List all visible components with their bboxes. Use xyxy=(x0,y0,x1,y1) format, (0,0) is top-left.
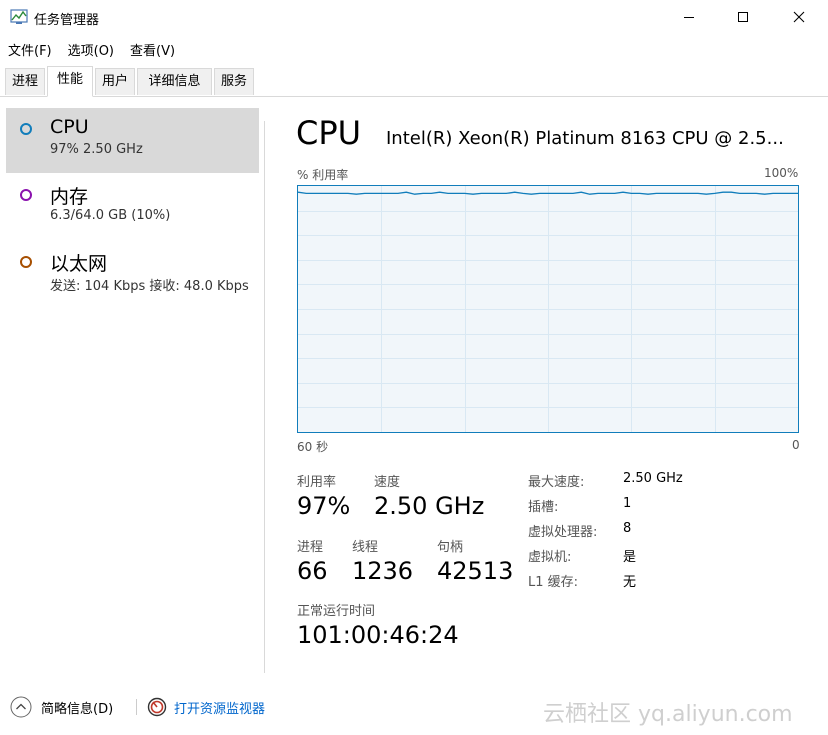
ethernet-circle-icon xyxy=(20,256,32,268)
resource-monitor-icon xyxy=(147,697,167,717)
menu-options[interactable]: 选项(O) xyxy=(60,36,122,60)
sockets-label: 插槽: xyxy=(528,500,559,515)
speed-value: 2.50 GHz xyxy=(374,492,485,520)
tab-processes[interactable]: 进程 xyxy=(5,68,45,95)
virtual-machine-value: 是 xyxy=(623,550,637,565)
uptime-value: 101:00:46:24 xyxy=(297,621,459,649)
menu-file[interactable]: 文件(F) xyxy=(0,36,60,60)
max-speed-value: 2.50 GHz xyxy=(623,471,683,486)
tab-users[interactable]: 用户 xyxy=(95,68,135,95)
menu-view[interactable]: 查看(V) xyxy=(122,36,183,60)
open-resource-monitor-label: 打开资源监视器 xyxy=(174,701,266,717)
task-manager-icon xyxy=(10,9,28,24)
sockets-value: 1 xyxy=(623,496,632,511)
watermark: 云栖社区 yq.aliyun.com xyxy=(543,702,793,727)
maximize-button[interactable] xyxy=(720,0,766,34)
close-icon xyxy=(793,11,805,23)
memory-circle-icon xyxy=(20,189,32,201)
graph-label-max: 100% xyxy=(764,166,799,180)
speed-label: 速度 xyxy=(374,475,401,490)
sidebar-item-subtitle: 97% 2.50 GHz xyxy=(50,142,143,157)
menu-bar: 文件(F) 选项(O) 查看(V) xyxy=(0,36,183,60)
open-resource-monitor-link[interactable]: 打开资源监视器 xyxy=(147,697,265,717)
max-speed-label: 最大速度: xyxy=(528,475,585,490)
fewer-details-label: 简略信息(D) xyxy=(41,701,114,717)
sidebar-item-ethernet[interactable]: 以太网 发送: 104 Kbps 接收: 48.0 Kbps xyxy=(6,241,263,306)
tab-services[interactable]: 服务 xyxy=(214,68,254,95)
title-bar: 任务管理器 xyxy=(0,0,828,36)
processes-label: 进程 xyxy=(297,540,324,555)
cpu-model: Intel(R) Xeon(R) Platinum 8163 CPU @ 2.5… xyxy=(386,128,784,149)
graph-axis-zero: 0 xyxy=(792,438,800,452)
cpu-circle-icon xyxy=(20,123,32,135)
page-title: CPU xyxy=(296,114,362,152)
threads-value: 1236 xyxy=(352,557,414,585)
panel-divider[interactable] xyxy=(264,121,265,673)
processes-value: 66 xyxy=(297,557,328,585)
sidebar-item-title: 以太网 xyxy=(50,253,108,275)
sidebar-item-title: 内存 xyxy=(50,186,89,208)
minimize-icon xyxy=(684,17,694,18)
l1-cache-label: L1 缓存: xyxy=(528,575,579,590)
window-title: 任务管理器 xyxy=(34,13,100,28)
footer-divider xyxy=(136,699,137,715)
l1-cache-value: 无 xyxy=(623,575,637,590)
minimize-button[interactable] xyxy=(666,0,712,34)
handles-label: 句柄 xyxy=(437,540,464,555)
virtual-processors-label: 虚拟处理器: xyxy=(528,525,598,540)
fewer-details-button[interactable]: 简略信息(D) xyxy=(10,696,113,718)
graph-label-utilization: % 利用率 xyxy=(297,168,349,182)
sidebar-item-subtitle: 发送: 104 Kbps 接收: 48.0 Kbps xyxy=(50,279,249,294)
sidebar-item-cpu[interactable]: CPU 97% 2.50 GHz xyxy=(6,108,259,173)
uptime-label: 正常运行时间 xyxy=(297,604,376,619)
chevron-up-circle-icon xyxy=(10,696,32,718)
close-button[interactable] xyxy=(776,0,822,34)
graph-axis-time: 60 秒 xyxy=(297,440,329,454)
tab-strip: 进程 性能 用户 详细信息 服务 xyxy=(0,63,828,97)
tab-details[interactable]: 详细信息 xyxy=(137,68,212,95)
utilization-value: 97% xyxy=(297,492,351,520)
virtual-machine-label: 虚拟机: xyxy=(528,550,572,565)
threads-label: 线程 xyxy=(352,540,379,555)
cpu-usage-graph xyxy=(297,185,799,433)
virtual-processors-value: 8 xyxy=(623,521,632,536)
cpu-usage-graph-canvas xyxy=(298,186,798,432)
graph-usage-area xyxy=(298,192,798,432)
tab-performance[interactable]: 性能 xyxy=(47,66,93,97)
sidebar-item-title: CPU xyxy=(50,116,89,138)
sidebar-item-memory[interactable]: 内存 6.3/64.0 GB (10%) xyxy=(6,174,259,239)
maximize-icon xyxy=(738,12,748,22)
sidebar-item-subtitle: 6.3/64.0 GB (10%) xyxy=(50,208,171,223)
utilization-label: 利用率 xyxy=(297,475,337,490)
handles-value: 42513 xyxy=(437,557,514,585)
